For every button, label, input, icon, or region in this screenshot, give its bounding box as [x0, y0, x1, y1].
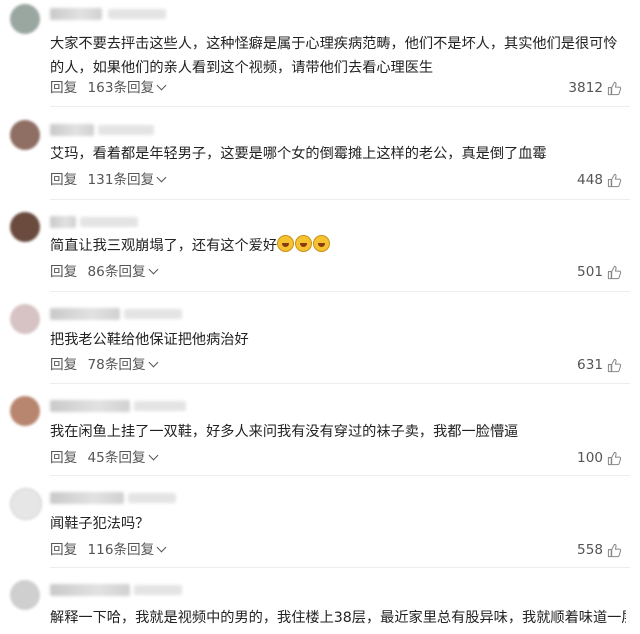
timestamp-blurred — [80, 217, 138, 227]
avatar[interactable] — [10, 212, 40, 242]
like-button[interactable]: 558 — [577, 540, 622, 560]
comment-text-content: 简直让我三观崩塌了，还有这个爱好 — [50, 238, 278, 254]
divider — [50, 106, 630, 107]
reply-count: 86条回复 — [87, 264, 146, 280]
timestamp-blurred — [128, 493, 176, 503]
timestamp-blurred — [108, 9, 166, 19]
avatar[interactable] — [10, 396, 40, 426]
thumbs-up-icon — [607, 81, 622, 95]
crying-laughing-emoji — [313, 235, 331, 252]
reply-count-toggle[interactable]: 78条回复 — [87, 357, 159, 373]
avatar[interactable] — [10, 580, 40, 610]
reply-count: 45条回复 — [87, 450, 146, 466]
reply-count: 78条回复 — [87, 357, 146, 373]
username-blurred[interactable] — [50, 400, 130, 412]
like-button[interactable]: 3812 — [568, 78, 622, 98]
crying-laughing-emoji — [295, 235, 313, 252]
reply-count-toggle[interactable]: 86条回复 — [87, 264, 159, 280]
reply-button[interactable]: 回复 — [50, 172, 77, 188]
comment-item: 大家不要去抨击这些人，这种怪癖是属于心理疾病范畴，他们不是坏人，其实他们是很可怜… — [0, 0, 640, 108]
comment-text: 解释一下哈，我就是视频中的男的，我住楼上38层，最近家里总有股异味，我就顺着味道… — [50, 610, 626, 626]
comment-item: 艾玛，看着都是年轻男子，这要是哪个女的倒霉摊上这样的老公，真是倒了血霉 回复 1… — [0, 108, 640, 200]
reply-button[interactable]: 回复 — [50, 450, 77, 466]
like-button[interactable]: 631 — [577, 355, 622, 375]
comment-actions: 回复 131条回复 — [50, 170, 167, 190]
timestamp-blurred — [134, 401, 186, 411]
reply-count: 163条回复 — [87, 80, 155, 96]
comment-item: 闻鞋子犯法吗？ 回复 116条回复 558 — [0, 476, 640, 568]
comment-text: 闻鞋子犯法吗？ — [50, 516, 150, 532]
comment-text: 把我老公鞋给他保证把他病治好 — [50, 332, 249, 348]
like-count: 3812 — [568, 80, 603, 96]
chevron-down-icon — [148, 264, 159, 275]
comment-item: 我在闲鱼上挂了一双鞋，好多人来问我有没有穿过的袜子卖，我都一脸懵逼 回复 45条… — [0, 384, 640, 476]
chevron-down-icon — [148, 450, 159, 461]
reply-count: 131条回复 — [87, 172, 155, 188]
thumbs-up-icon — [607, 173, 622, 187]
username-blurred[interactable] — [50, 216, 76, 228]
reply-count: 116条回复 — [87, 542, 155, 558]
thumbs-up-icon — [607, 451, 622, 465]
reply-count-toggle[interactable]: 163条回复 — [87, 80, 167, 96]
like-count: 631 — [577, 357, 603, 373]
reply-button[interactable]: 回复 — [50, 80, 77, 96]
like-count: 501 — [577, 264, 603, 280]
avatar[interactable] — [10, 4, 40, 34]
reply-count-toggle[interactable]: 45条回复 — [87, 450, 159, 466]
comment-text: 大家不要去抨击这些人，这种怪癖是属于心理疾病范畴，他们不是坏人，其实他们是很可怜… — [50, 36, 618, 76]
chevron-down-icon — [156, 172, 167, 183]
avatar[interactable] — [10, 120, 40, 150]
username-blurred[interactable] — [50, 8, 102, 20]
like-count: 558 — [577, 542, 603, 558]
thumbs-up-icon — [607, 543, 622, 557]
comment-item: 简直让我三观崩塌了，还有这个爱好 回复 86条回复 501 — [0, 200, 640, 292]
username-blurred[interactable] — [50, 492, 124, 504]
thumbs-up-icon — [607, 358, 622, 372]
timestamp-blurred — [98, 125, 154, 135]
comment-item: 解释一下哈，我就是视频中的男的，我住楼上38层，最近家里总有股异味，我就顺着味道… — [0, 568, 640, 634]
comment-text: 我在闲鱼上挂了一双鞋，好多人来问我有没有穿过的袜子卖，我都一脸懵逼 — [50, 424, 519, 440]
comment-actions: 回复 163条回复 — [50, 78, 167, 98]
timestamp-blurred — [134, 585, 182, 595]
comment-actions: 回复 78条回复 — [50, 355, 159, 375]
comment-item: 把我老公鞋给他保证把他病治好 回复 78条回复 631 — [0, 292, 640, 384]
like-button[interactable]: 100 — [577, 448, 622, 468]
like-button[interactable]: 448 — [577, 170, 622, 190]
comment-text: 简直让我三观崩塌了，还有这个爱好 — [50, 234, 626, 258]
like-count: 448 — [577, 172, 603, 188]
username-blurred[interactable] — [50, 124, 94, 136]
reply-button[interactable]: 回复 — [50, 542, 77, 558]
timestamp-blurred — [124, 309, 182, 319]
crying-laughing-emoji — [277, 235, 295, 252]
chevron-down-icon — [156, 542, 167, 553]
avatar[interactable] — [10, 304, 40, 334]
like-button[interactable]: 501 — [577, 262, 622, 282]
thumbs-up-icon — [607, 265, 622, 279]
reply-count-toggle[interactable]: 116条回复 — [87, 542, 167, 558]
avatar[interactable] — [10, 488, 42, 520]
comment-actions: 回复 116条回复 — [50, 540, 167, 560]
username-blurred[interactable] — [50, 308, 120, 320]
comment-actions: 回复 45条回复 — [50, 448, 159, 468]
chevron-down-icon — [156, 80, 167, 91]
comment-text: 艾玛，看着都是年轻男子，这要是哪个女的倒霉摊上这样的老公，真是倒了血霉 — [50, 146, 547, 162]
comment-actions: 回复 86条回复 — [50, 262, 159, 282]
reply-count-toggle[interactable]: 131条回复 — [87, 172, 167, 188]
like-count: 100 — [577, 450, 603, 466]
reply-button[interactable]: 回复 — [50, 357, 77, 373]
chevron-down-icon — [148, 357, 159, 368]
reply-button[interactable]: 回复 — [50, 264, 77, 280]
username-blurred[interactable] — [50, 584, 130, 596]
